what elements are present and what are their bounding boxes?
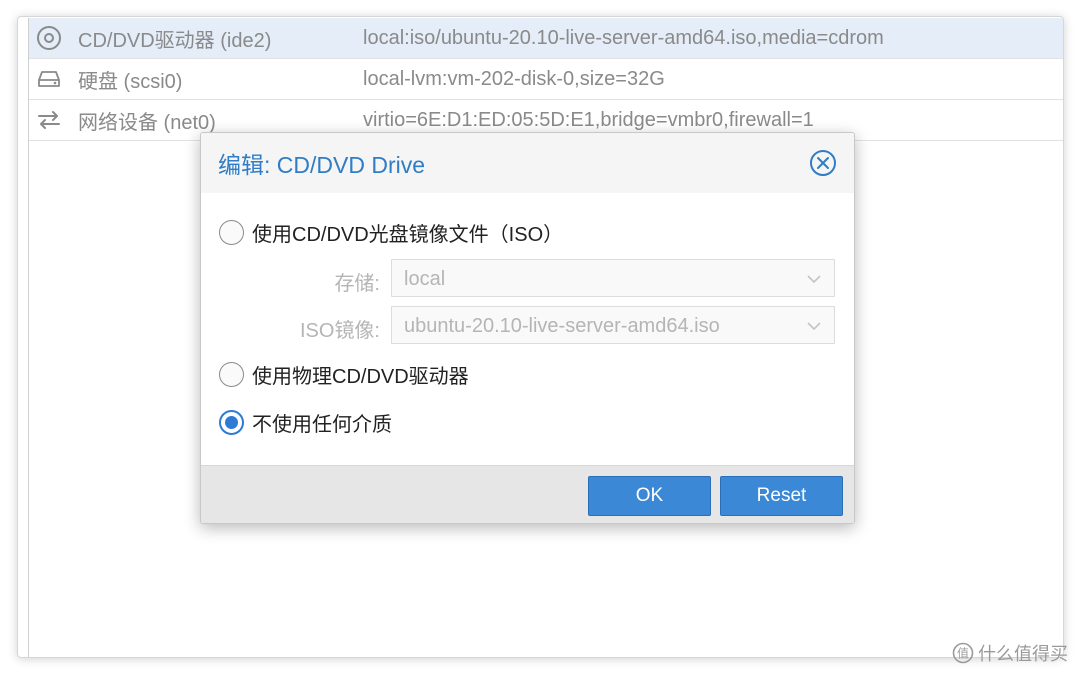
storage-select[interactable]: local [391,259,835,297]
reset-button[interactable]: Reset [720,476,843,516]
hardware-row-cdrom[interactable]: CD/DVD驱动器 (ide2) local:iso/ubuntu-20.10-… [29,18,1063,59]
hardware-row-name: 硬盘 (scsi0) [78,70,183,93]
radio-option-label: 使用物理CD/DVD驱动器 [252,366,469,388]
svg-text:值: 值 [957,646,969,661]
watermark: 值 什么值得买 [952,640,1068,666]
radio-option-label: 使用CD/DVD光盘镜像文件（ISO） [252,224,564,246]
watermark-logo-icon: 值 [952,642,974,664]
radio-option-none[interactable]: 不使用任何介质 [219,408,392,437]
hardware-row-name: 网络设备 (net0) [78,111,216,134]
chevron-down-icon [806,272,822,286]
hardware-row-value: local-lvm:vm-202-disk-0,size=32G [363,67,665,90]
hardware-row-disk[interactable]: 硬盘 (scsi0) local-lvm:vm-202-disk-0,size=… [29,59,1063,100]
hardware-row-value: virtio=6E:D1:ED:05:5D:E1,bridge=vmbr0,fi… [363,108,814,131]
radio-iso[interactable] [219,220,244,245]
cdrom-icon [29,25,69,51]
dialog-body: 使用CD/DVD光盘镜像文件（ISO） 存储: local ISO镜像: ubu… [201,193,854,465]
iso-field-row: ISO镜像: ubuntu-20.10-live-server-amd64.is… [201,306,854,344]
hardware-row-value: local:iso/ubuntu-20.10-live-server-amd64… [363,26,884,49]
storage-value: local [404,268,446,290]
chevron-down-icon [806,319,822,333]
iso-image-select[interactable]: ubuntu-20.10-live-server-amd64.iso [391,306,835,344]
radio-option-physical[interactable]: 使用物理CD/DVD驱动器 [219,360,469,389]
radio-physical[interactable] [219,362,244,387]
dialog-header: 编辑: CD/DVD Drive [201,133,854,193]
close-icon[interactable] [809,149,837,177]
network-arrows-icon [29,110,69,130]
radio-none[interactable] [219,410,244,435]
storage-field-row: 存储: local [201,259,854,297]
radio-option-label: 不使用任何介质 [252,414,392,436]
radio-option-iso[interactable]: 使用CD/DVD光盘镜像文件（ISO） [219,218,563,247]
iso-image-label: ISO镜像: [299,320,380,342]
hardware-row-name: CD/DVD驱动器 (ide2) [78,29,272,52]
ok-button[interactable]: OK [588,476,711,516]
dialog-title: 编辑: CD/DVD Drive [218,152,426,178]
iso-image-value: ubuntu-20.10-live-server-amd64.iso [404,315,720,337]
watermark-text: 什么值得买 [978,644,1068,664]
dialog-footer: OK Reset [201,465,854,523]
hard-disk-icon [29,70,69,88]
storage-label: 存储: [334,273,380,295]
edit-cdrom-dialog: 编辑: CD/DVD Drive 使用CD/DVD光盘镜像文件（ISO） 存储:… [200,132,855,524]
